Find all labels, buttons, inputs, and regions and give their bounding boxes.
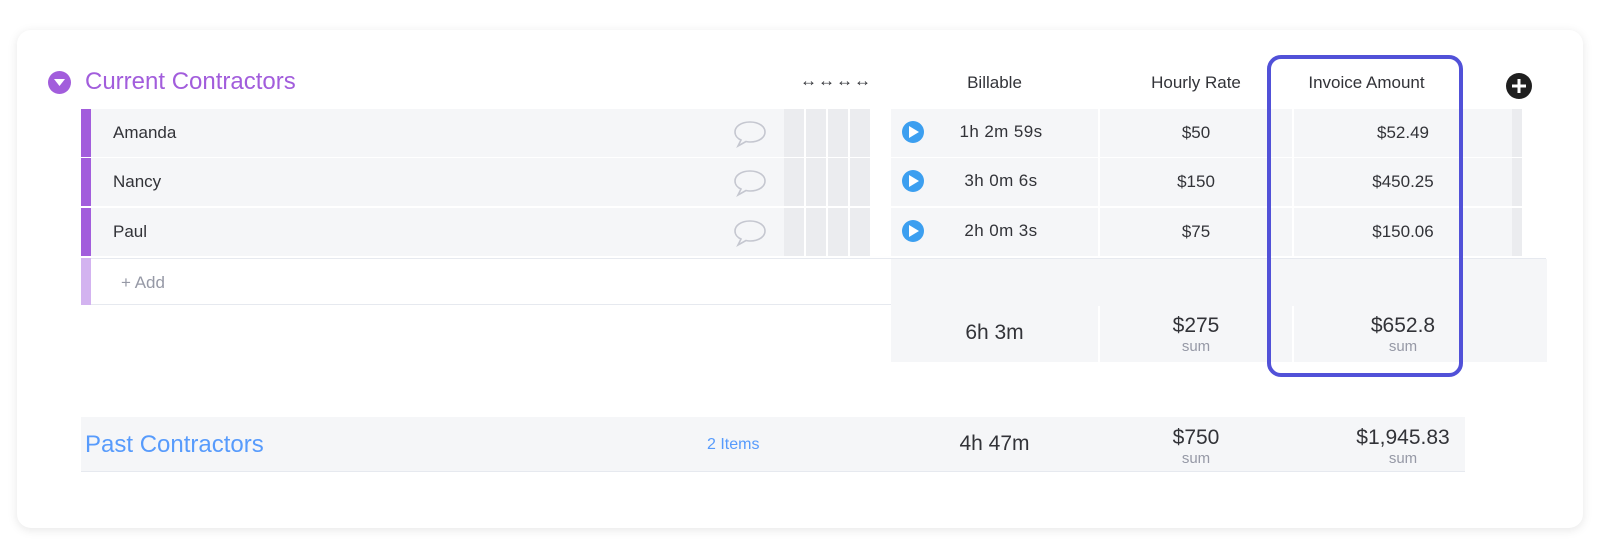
summary-hourly-rate-label: sum <box>1181 338 1211 355</box>
play-icon <box>909 175 919 187</box>
past-hourly-rate-value: $750 <box>1172 426 1220 449</box>
summary-billable-value: 6h 3m <box>965 321 1024 344</box>
play-icon <box>909 126 919 138</box>
row-color-bar <box>81 109 91 157</box>
narrow-column-cell[interactable] <box>850 208 870 256</box>
add-item-input[interactable]: + Add <box>121 273 165 293</box>
hourly-rate-value: $75 <box>1181 222 1211 241</box>
narrow-column-cell[interactable] <box>850 158 870 206</box>
past-items-count: 2 Items <box>707 436 760 453</box>
group-title-past[interactable]: Past Contractors <box>85 430 264 460</box>
play-icon <box>909 225 919 237</box>
row-color-bar <box>81 158 91 206</box>
time-tracking-play-button[interactable] <box>902 121 924 143</box>
row-color-bar <box>81 208 91 256</box>
narrow-column-cell[interactable] <box>784 208 804 256</box>
hourly-rate-value: $150 <box>1177 172 1215 191</box>
column-header-hourly-rate[interactable]: Hourly Rate <box>1100 71 1292 95</box>
time-tracking-play-button[interactable] <box>902 170 924 192</box>
row-color-bar <box>81 258 91 305</box>
add-column-icon <box>1512 79 1526 93</box>
chat-bubble-icon[interactable] <box>733 120 767 148</box>
collapse-group-button[interactable] <box>48 71 71 94</box>
summary-billable: 6h 3m <box>891 321 1098 345</box>
narrow-column-cell[interactable] <box>806 158 826 206</box>
item-name[interactable]: Nancy <box>113 172 161 192</box>
past-invoice-amount-label: sum <box>1388 450 1418 467</box>
add-column-button[interactable] <box>1506 73 1532 99</box>
invoice-amount-highlight <box>1267 55 1463 377</box>
past-hourly-rate-label: sum <box>1181 450 1211 467</box>
past-billable: 4h 47m <box>891 432 1098 456</box>
row-end-cell <box>1512 158 1522 206</box>
summary-hourly-rate-value: $275 <box>1172 314 1220 337</box>
column-header-billable[interactable]: Billable <box>891 71 1098 95</box>
item-name[interactable]: Paul <box>113 222 147 242</box>
past-billable-value: 4h 47m <box>959 432 1030 455</box>
chevron-down-icon <box>54 79 65 86</box>
row-end-cell <box>1512 109 1522 157</box>
narrow-column-cell[interactable] <box>828 208 848 256</box>
row-end-cell <box>1512 208 1522 256</box>
past-invoice-amount: $1,945.83 sum <box>1294 426 1512 468</box>
narrow-column-cell[interactable] <box>784 109 804 157</box>
past-invoice-amount-value: $1,945.83 <box>1356 426 1450 449</box>
summary-hourly-rate: $275 sum <box>1100 314 1292 356</box>
past-hourly-rate: $750 sum <box>1100 426 1292 468</box>
narrow-column-cell[interactable] <box>806 208 826 256</box>
billable-time: 2h 0m 3s <box>964 221 1038 240</box>
item-name-cell[interactable] <box>91 109 794 157</box>
billable-time: 1h 2m 59s <box>959 122 1043 141</box>
group-title-current[interactable]: Current Contractors <box>85 66 296 98</box>
narrow-column-cell[interactable] <box>806 109 826 157</box>
time-tracking-play-button[interactable] <box>902 220 924 242</box>
item-name-cell[interactable] <box>91 158 794 206</box>
narrow-column-cell[interactable] <box>850 109 870 157</box>
chat-bubble-icon[interactable] <box>733 169 767 197</box>
chat-bubble-icon[interactable] <box>733 219 767 247</box>
column-resize-handles[interactable]: ↔↔↔↔ <box>800 71 872 91</box>
narrow-column-cell[interactable] <box>828 109 848 157</box>
narrow-column-cell[interactable] <box>828 158 848 206</box>
item-name-cell[interactable] <box>91 208 794 256</box>
item-name[interactable]: Amanda <box>113 123 176 143</box>
hourly-rate-value: $50 <box>1181 123 1211 142</box>
narrow-column-cell[interactable] <box>784 158 804 206</box>
billable-time: 3h 0m 6s <box>964 171 1038 190</box>
